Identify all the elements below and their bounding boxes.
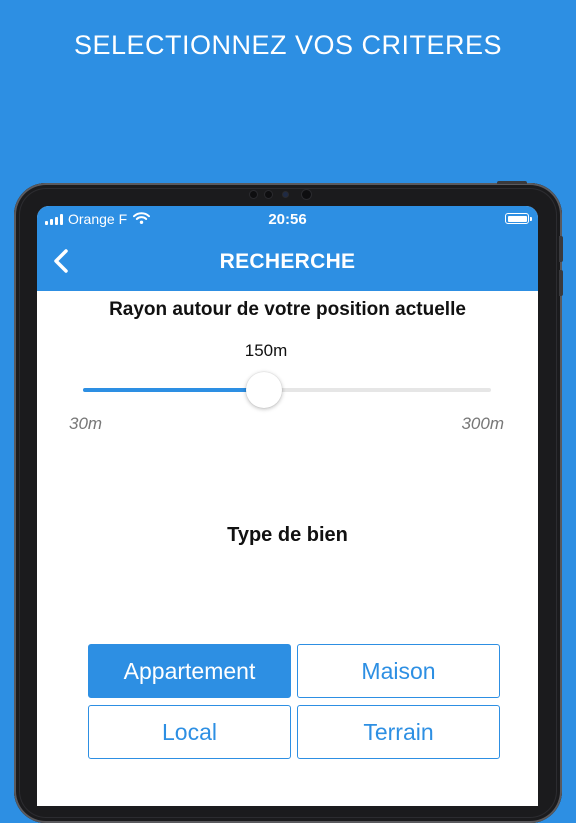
radius-value: 150m [244,341,288,360]
camera-sensors [245,189,335,199]
property-type-label: Type de bien [227,524,348,546]
volume-up-button [559,236,563,262]
volume-down-button [559,270,563,296]
status-time: 20:56 [268,211,307,228]
page-title: RECHERCHE [219,250,356,273]
status-bar: Orange F 20:56 [37,206,538,232]
option-local[interactable]: Local [88,705,291,759]
option-appartement[interactable]: Appartement [88,644,291,698]
option-terrain[interactable]: Terrain [297,705,500,759]
radius-slider[interactable] [83,372,491,408]
option-maison[interactable]: Maison [297,644,500,698]
device-screen: Orange F 20:56 RECHERCHE Rayon autour de… [37,206,538,806]
battery-icon [505,213,532,224]
slider-fill [83,388,264,392]
promo-headline: SELECTIONNEZ VOS CRITERES [73,30,503,60]
radius-label: Rayon autour de votre position actuelle [109,299,466,320]
navigation-bar: RECHERCHE [37,232,538,291]
slider-min-label: 30m [69,414,103,433]
slider-max-label: 300m [461,414,504,433]
top-button [497,181,527,184]
slider-thumb[interactable] [246,372,282,408]
